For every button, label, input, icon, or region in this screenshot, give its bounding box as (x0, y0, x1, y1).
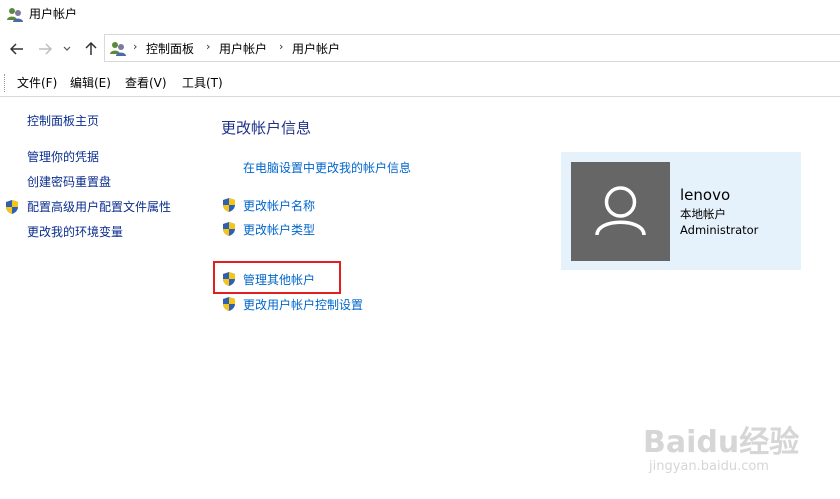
forward-arrow-icon[interactable] (36, 40, 54, 58)
users-icon (6, 6, 24, 24)
back-arrow-icon[interactable] (8, 40, 26, 58)
link-change-account-name[interactable]: 更改帐户名称 (243, 198, 315, 214)
uac-shield-icon (221, 296, 237, 312)
user-avatar-icon (595, 186, 646, 236)
menu-tools[interactable]: 工具(T) (182, 75, 223, 91)
breadcrumb-separator-icon: › (206, 40, 211, 53)
watermark-brand: Baidu经验 (643, 425, 800, 460)
sidebar-item-password-reset-disk[interactable]: 创建密码重置盘 (27, 174, 111, 190)
sidebar-item-manage-credentials[interactable]: 管理你的凭据 (27, 149, 99, 165)
avatar (571, 162, 670, 261)
link-pc-settings-account-info[interactable]: 在电脑设置中更改我的帐户信息 (243, 160, 411, 176)
baidu-jingyan-watermark: Baidu经验 jingyan.baidu.com (643, 405, 803, 485)
link-change-account-type[interactable]: 更改帐户类型 (243, 222, 315, 238)
sidebar-item-control-panel-home[interactable]: 控制面板主页 (27, 113, 99, 129)
title-bar: 用户帐户 (0, 0, 840, 30)
user-account-card: lenovo 本地帐户 Administrator (561, 152, 801, 270)
menu-file[interactable]: 文件(F) (17, 75, 57, 91)
menu-grip (4, 74, 6, 92)
watermark-url: jingyan.baidu.com (649, 459, 769, 474)
link-uac-settings[interactable]: 更改用户帐户控制设置 (243, 297, 363, 313)
up-arrow-icon[interactable] (82, 40, 100, 58)
account-type: 本地帐户 (680, 207, 726, 221)
breadcrumb-item[interactable]: 用户帐户 (292, 41, 340, 57)
uac-shield-icon (221, 221, 237, 237)
page-heading: 更改帐户信息 (221, 119, 312, 137)
breadcrumb-item[interactable]: 控制面板 (146, 41, 194, 57)
uac-shield-icon (4, 199, 20, 215)
menu-edit[interactable]: 编辑(E) (70, 75, 111, 91)
breadcrumb-item[interactable]: 用户帐户 (219, 41, 267, 57)
breadcrumb-separator-icon: › (279, 40, 284, 53)
recent-locations-chevron-icon[interactable] (61, 40, 73, 58)
menu-view[interactable]: 查看(V) (125, 75, 167, 91)
highlight-annotation-box (213, 261, 341, 294)
window-title: 用户帐户 (29, 7, 78, 21)
uac-shield-icon (221, 197, 237, 213)
sidebar-item-advanced-profile-properties[interactable]: 配置高级用户配置文件属性 (27, 199, 171, 215)
address-bar[interactable]: › 控制面板 › 用户帐户 › 用户帐户 (104, 34, 840, 62)
sidebar-item-environment-variables[interactable]: 更改我的环境变量 (27, 224, 123, 240)
menu-bar: 文件(F) 编辑(E) 查看(V) 工具(T) (0, 70, 840, 97)
account-name: lenovo (680, 186, 731, 204)
users-icon (109, 40, 127, 58)
breadcrumb-separator-icon: › (133, 40, 138, 53)
account-role: Administrator (680, 223, 759, 237)
